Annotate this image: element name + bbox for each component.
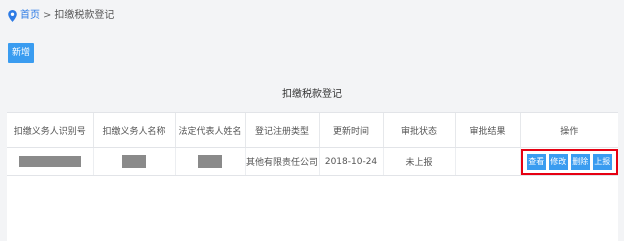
column-header-taxpayer-id: 扣缴义务人识别号 [7, 113, 93, 148]
cell-approval-status: 未上报 [382, 147, 455, 176]
redacted-block [18, 156, 81, 167]
cell-update-time: 2018-10-24 [318, 147, 383, 176]
column-header-actions: 操作 [519, 113, 618, 148]
column-header-approval-status: 审批状态 [382, 113, 455, 148]
new-button[interactable]: 新增 [8, 43, 34, 63]
edit-button[interactable]: 修改 [548, 153, 568, 170]
location-pin-icon [8, 10, 17, 22]
page-title: 扣缴税款登记 [282, 89, 342, 100]
submit-button[interactable]: 上报 [592, 153, 612, 170]
table-row: 其他有限责任公司 2018-10-24 未上报 查看 修改 删除 上报 [7, 147, 618, 176]
view-button[interactable]: 查看 [526, 153, 546, 170]
column-header-approval-result: 审批结果 [454, 113, 520, 148]
redacted-block [122, 155, 146, 168]
cell-registration-type: 其他有限责任公司 [244, 147, 319, 176]
column-header-registration-type: 登记注册类型 [244, 113, 319, 148]
breadcrumb: 首页 > 扣缴税款登记 [8, 9, 114, 23]
column-header-update-time: 更新时间 [318, 113, 383, 148]
cell-actions: 查看 修改 删除 上报 [519, 147, 618, 176]
column-header-withholder-name: 扣缴义务人名称 [92, 113, 175, 148]
breadcrumb-separator: > [43, 10, 52, 21]
table-header-row: 扣缴义务人识别号 扣缴义务人名称 法定代表人姓名 登记注册类型 更新时间 审批状… [7, 113, 618, 148]
redacted-block [198, 155, 222, 168]
delete-button[interactable]: 删除 [570, 153, 590, 170]
actions-highlight-box: 查看 修改 删除 上报 [521, 148, 618, 175]
breadcrumb-home-link[interactable]: 首页 [20, 9, 40, 23]
cell-legal-representative [174, 147, 245, 176]
cell-taxpayer-id [7, 147, 93, 176]
column-header-legal-representative: 法定代表人姓名 [174, 113, 245, 148]
data-table: 扣缴义务人识别号 扣缴义务人名称 法定代表人姓名 登记注册类型 更新时间 审批状… [7, 113, 618, 176]
breadcrumb-current: 扣缴税款登记 [54, 10, 115, 21]
cell-withholder-name [92, 147, 175, 176]
cell-approval-result [454, 147, 520, 176]
data-table-container: 扣缴义务人识别号 扣缴义务人名称 法定代表人姓名 登记注册类型 更新时间 审批状… [7, 112, 618, 241]
